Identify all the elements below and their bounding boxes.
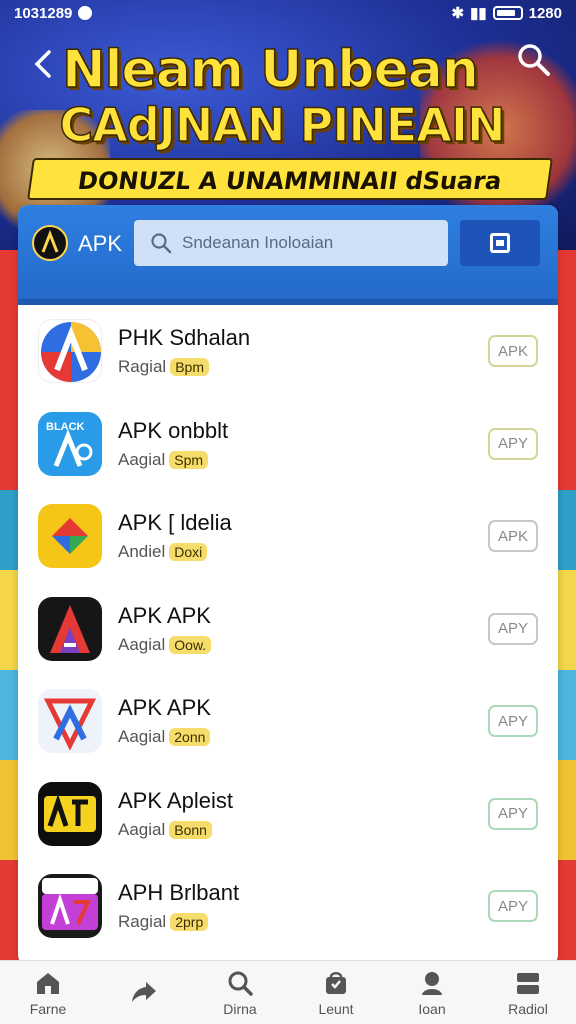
card-header: APK Sndeanan Inoloaian: [18, 205, 558, 305]
svg-text:BLACK: BLACK: [46, 421, 85, 433]
search-icon: [518, 44, 550, 76]
app-meta: Ragial: [118, 357, 167, 377]
nav-label: Radiol: [508, 1000, 548, 1017]
nav-share[interactable]: [99, 977, 189, 1009]
app-icon: [38, 781, 102, 846]
bag-icon: [326, 971, 346, 994]
list-item[interactable]: APK [ ldelia Andiel Doxi APK: [18, 490, 558, 583]
battery-icon: [492, 6, 523, 20]
status-right-text: 1280: [528, 4, 562, 22]
list-item[interactable]: BLACK APK onbblt Aagial Spm APY: [18, 398, 558, 491]
nav-home[interactable]: Farne: [3, 969, 93, 1017]
brand-label: APK: [78, 231, 123, 256]
app-icon: [38, 319, 102, 384]
download-button[interactable]: APY: [488, 427, 538, 460]
size-badge: 2prp: [170, 913, 209, 932]
search-submit-button[interactable]: [460, 220, 540, 266]
signal-icon: ▮▮: [470, 5, 487, 22]
home-icon: [37, 972, 59, 994]
download-button[interactable]: APY: [488, 612, 538, 645]
app-icon: [38, 504, 102, 569]
nav-radio[interactable]: Radiol: [483, 969, 573, 1017]
search-icon: [228, 971, 253, 996]
status-bar: 1031289 ✱ ▮▮ 1280: [0, 0, 576, 26]
list-item[interactable]: APK Apleist Aagial Bonn APY: [18, 768, 558, 861]
size-badge: Spm: [169, 450, 209, 469]
nav-label: Farne: [29, 1000, 67, 1017]
search-placeholder: Sndeanan Inoloaian: [182, 233, 334, 252]
app-list-card: APK Sndeanan Inoloaian PHK Sdhalan Ragia…: [18, 205, 558, 965]
share-arrow-icon: [132, 981, 156, 1002]
app-title: APK APK: [118, 602, 211, 628]
list-item[interactable]: APK APK Aagial Oow. APY: [18, 583, 558, 676]
size-badge: Doxi: [169, 543, 208, 562]
chat-icon: [78, 6, 93, 20]
app-title: PHK Sdhalan: [118, 325, 251, 351]
search-icon: [151, 233, 172, 254]
list-item[interactable]: PHK Sdhalan Ragial Bpm APK: [18, 305, 558, 398]
download-button[interactable]: APK: [488, 335, 538, 368]
app-icon: [38, 689, 102, 754]
app-title: APK APK: [118, 695, 211, 721]
app-meta: Aagial: [118, 449, 166, 469]
list-item[interactable]: APH Brlbant Ragial 2prp APY: [18, 860, 558, 953]
download-button[interactable]: APY: [488, 705, 538, 738]
nav-label: Dirna: [223, 1000, 257, 1017]
app-icon: [38, 874, 102, 939]
size-badge: Oow.: [169, 635, 212, 654]
app-meta: Aagial: [118, 634, 166, 654]
banner-tagline: DONUZL A UNAMMINAII dSuara Unoaninck!: [27, 158, 553, 237]
app-meta: Aagial: [118, 819, 166, 839]
nav-label: Leunt: [318, 1000, 354, 1017]
list-item[interactable]: APK APK Aagial 2onn APY: [18, 675, 558, 768]
size-badge: Bpm: [170, 358, 209, 377]
nav-search[interactable]: Dirna: [195, 969, 285, 1017]
size-badge: 2onn: [169, 728, 211, 747]
banner-headline-1: Nleam Unbean: [61, 39, 479, 101]
app-title: APK [ ldelia: [118, 510, 232, 536]
profile-icon: [422, 971, 442, 995]
search-button[interactable]: [516, 42, 556, 82]
nav-store[interactable]: Leunt: [291, 969, 381, 1017]
bluetooth-icon: ✱: [451, 5, 465, 22]
bottom-navigation: Farne Dirna Leunt Ioan Radiol: [0, 960, 576, 1024]
download-button[interactable]: APK: [488, 520, 538, 553]
square-icon: [490, 233, 510, 253]
app-icon: BLACK: [38, 411, 102, 476]
apk-logo-icon: [32, 225, 68, 261]
download-button[interactable]: APY: [488, 797, 538, 830]
app-icon: [38, 596, 102, 661]
list-icon: [517, 972, 539, 994]
chevron-left-icon: [34, 50, 51, 78]
app-title: APK onbblt: [118, 417, 229, 443]
download-button[interactable]: APY: [488, 890, 538, 923]
nav-profile[interactable]: Ioan: [387, 969, 477, 1017]
nav-label: Ioan: [418, 1000, 446, 1017]
banner-headline-2: CAdJNAN PINEAIN: [59, 97, 506, 153]
app-title: APK Apleist: [118, 787, 233, 813]
app-list: PHK Sdhalan Ragial Bpm APK BLACK APK onbb…: [18, 305, 558, 953]
size-badge: Bonn: [169, 820, 212, 839]
search-input[interactable]: Sndeanan Inoloaian: [134, 220, 448, 266]
app-title: APH Brlbant: [118, 880, 240, 906]
app-meta: Ragial: [118, 912, 167, 932]
app-meta: Aagial: [118, 727, 166, 747]
status-time: 1031289: [14, 4, 73, 22]
app-meta: Andiel: [118, 542, 166, 562]
back-button[interactable]: [28, 44, 58, 84]
